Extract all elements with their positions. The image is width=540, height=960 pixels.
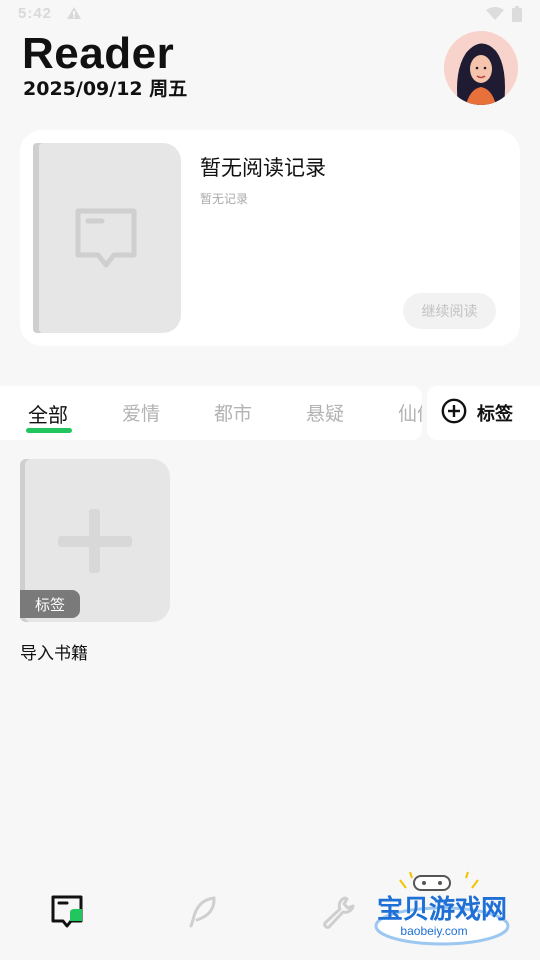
avatar[interactable] xyxy=(444,31,518,105)
date-label: 2025/09/12 周五 xyxy=(23,78,188,100)
recent-title: 暂无阅读记录 xyxy=(200,156,326,180)
nav-bookshelf[interactable] xyxy=(48,892,88,932)
status-time: 5:42 xyxy=(18,5,53,22)
active-tab-indicator xyxy=(26,428,72,433)
wifi-icon xyxy=(486,7,504,26)
book-cover[interactable]: 标签 xyxy=(20,459,170,622)
plus-icon xyxy=(58,509,132,573)
nav-discover[interactable] xyxy=(183,892,223,932)
add-tag-label: 标签 xyxy=(477,404,513,425)
feather-icon xyxy=(189,896,216,928)
watermark-logo: 宝贝游戏网 baobeiy.com xyxy=(360,868,520,948)
add-tag-button[interactable]: 标签 xyxy=(427,386,540,440)
nav-tools[interactable] xyxy=(318,892,358,932)
tab-mystery[interactable]: 悬疑 xyxy=(306,399,344,426)
status-bar: 5:42 xyxy=(0,0,540,32)
bookshelf-icon xyxy=(51,895,83,928)
recent-reading-card[interactable]: 暂无阅读记录 暂无记录 继续阅读 xyxy=(20,130,520,346)
book-title: 导入书籍 xyxy=(20,644,88,664)
tab-all[interactable]: 全部 xyxy=(28,399,68,428)
book-tag-badge: 标签 xyxy=(20,590,81,618)
import-book-item[interactable]: 标签 导入书籍 xyxy=(20,459,170,664)
continue-reading-button[interactable]: 继续阅读 xyxy=(403,293,496,329)
recent-book-cover xyxy=(33,143,181,333)
recent-subtitle: 暂无记录 xyxy=(200,192,249,206)
tab-romance[interactable]: 爱情 xyxy=(122,399,160,426)
wrench-icon xyxy=(323,896,355,929)
warning-icon xyxy=(66,6,82,25)
watermark-brand: 宝贝游戏网 xyxy=(377,894,507,925)
book-placeholder-icon xyxy=(75,208,137,268)
tab-xianxia[interactable]: 仙侠 xyxy=(398,399,422,426)
battery-icon xyxy=(512,6,522,27)
app-title: Reader xyxy=(22,29,175,78)
plus-circle-icon xyxy=(441,398,467,428)
tab-urban[interactable]: 都市 xyxy=(214,399,252,426)
watermark-domain: baobeiy.com xyxy=(400,924,467,938)
category-tabs: 全部 爱情 都市 悬疑 仙侠 xyxy=(0,386,422,440)
